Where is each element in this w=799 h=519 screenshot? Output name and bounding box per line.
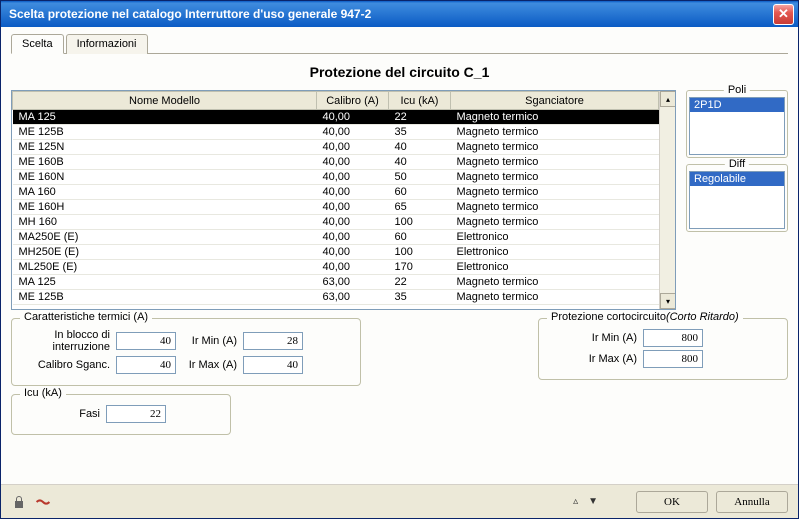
diff-list[interactable]: Regolabile (689, 171, 785, 229)
col-header-sganciatore[interactable]: Sganciatore (451, 92, 659, 110)
group-corto: Protezione cortocircuito(Corto Ritardo) … (538, 318, 788, 380)
group-termici: Caratteristiche termici (A) In blocco di… (11, 318, 361, 386)
content-area: Scelta Informazioni Protezione del circu… (1, 27, 798, 484)
input-irmin-c[interactable] (643, 329, 703, 347)
table-row[interactable]: ME 160N40,0050Magneto termico (13, 170, 675, 185)
label-fasi: Fasi (20, 408, 100, 420)
table-row[interactable]: ME 160H40,0065Magneto termico (13, 200, 675, 215)
ok-button[interactable]: OK (636, 491, 708, 513)
tab-scelta[interactable]: Scelta (11, 34, 64, 54)
poli-title: Poli (724, 84, 750, 96)
diff-title: Diff (725, 158, 749, 170)
input-blocco[interactable] (116, 332, 176, 350)
down-arrow-icon[interactable]: ▼ (588, 496, 598, 507)
col-header-icu[interactable]: Icu (kA) (389, 92, 451, 110)
label-irmin-c: Ir Min (A) (547, 332, 637, 344)
label-irmin-t: Ir Min (A) (182, 335, 237, 347)
input-calibro-sganc[interactable] (116, 356, 176, 374)
label-calibro-sganc: Calibro Sganc. (20, 359, 110, 371)
table-row[interactable]: ME 125B63,0035Magneto termico (13, 290, 675, 305)
dialog-window: Scelta protezione nel catalogo Interrutt… (0, 0, 799, 519)
side-panel: Poli 2P1D Diff Regolabile (686, 90, 788, 310)
group-corto-title: Protezione cortocircuito(Corto Ritardo) (547, 311, 743, 323)
label-blocco: In blocco di interruzione (20, 329, 110, 353)
footer: ▵ ▼ OK Annulla (1, 484, 798, 518)
diff-box: Diff Regolabile (686, 164, 788, 232)
scroll-up-icon[interactable]: ▴ (660, 91, 676, 107)
titlebar: Scelta protezione nel catalogo Interrutt… (1, 1, 798, 27)
field-groups: Caratteristiche termici (A) In blocco di… (11, 318, 788, 435)
table-row[interactable]: MH 16040,00100Magneto termico (13, 215, 675, 230)
tab-informazioni[interactable]: Informazioni (66, 34, 148, 54)
close-button[interactable]: ✕ (773, 4, 794, 25)
label-irmax-t: Ir Max (A) (182, 359, 237, 371)
scroll-down-icon[interactable]: ▾ (660, 293, 676, 309)
page-title: Protezione del circuito C_1 (11, 56, 788, 90)
poli-box: Poli 2P1D (686, 90, 788, 158)
input-irmax-t[interactable] (243, 356, 303, 374)
col-header-calibro[interactable]: Calibro (A) (317, 92, 389, 110)
table-row[interactable]: MA250E (E)40,0060Elettronico (13, 230, 675, 245)
table-row[interactable]: ME 160B40,0040Magneto termico (13, 155, 675, 170)
diff-item[interactable]: Regolabile (690, 172, 784, 186)
poli-item[interactable]: 2P1D (690, 98, 784, 112)
cancel-button[interactable]: Annulla (716, 491, 788, 513)
input-irmax-c[interactable] (643, 350, 703, 368)
group-icu-title: Icu (kA) (20, 387, 66, 399)
label-irmax-c: Ir Max (A) (547, 353, 637, 365)
col-header-modello[interactable]: Nome Modello (13, 92, 317, 110)
nav-arrows: ▵ ▼ (573, 496, 598, 507)
table-row[interactable]: MA 16040,0060Magneto termico (13, 185, 675, 200)
poli-list[interactable]: 2P1D (689, 97, 785, 155)
table-row[interactable]: ME 125N40,0040Magneto termico (13, 140, 675, 155)
table-row[interactable]: MA 12540,0022Magneto termico (13, 110, 675, 125)
tab-bar: Scelta Informazioni (11, 33, 788, 54)
table-row[interactable]: ML250E (E)40,00170Elettronico (13, 260, 675, 275)
lock-icon[interactable] (11, 494, 27, 510)
input-fasi[interactable] (106, 405, 166, 423)
window-title: Scelta protezione nel catalogo Interrutt… (9, 7, 773, 21)
group-icu: Icu (kA) Fasi (11, 394, 231, 435)
table-row[interactable]: MH250E (E)40,00100Elettronico (13, 245, 675, 260)
table-row[interactable]: MA 12563,0022Magneto termico (13, 275, 675, 290)
cable-icon[interactable] (35, 494, 51, 510)
scrollbar[interactable]: ▴ ▾ (659, 91, 675, 309)
model-table[interactable]: Nome Modello Calibro (A) Icu (kA) Sganci… (11, 90, 676, 310)
input-irmin-t[interactable] (243, 332, 303, 350)
up-arrow-icon[interactable]: ▵ (573, 496, 578, 507)
table-row[interactable]: ME 125B40,0035Magneto termico (13, 125, 675, 140)
group-termici-title: Caratteristiche termici (A) (20, 311, 152, 323)
main-row: Nome Modello Calibro (A) Icu (kA) Sganci… (11, 90, 788, 310)
